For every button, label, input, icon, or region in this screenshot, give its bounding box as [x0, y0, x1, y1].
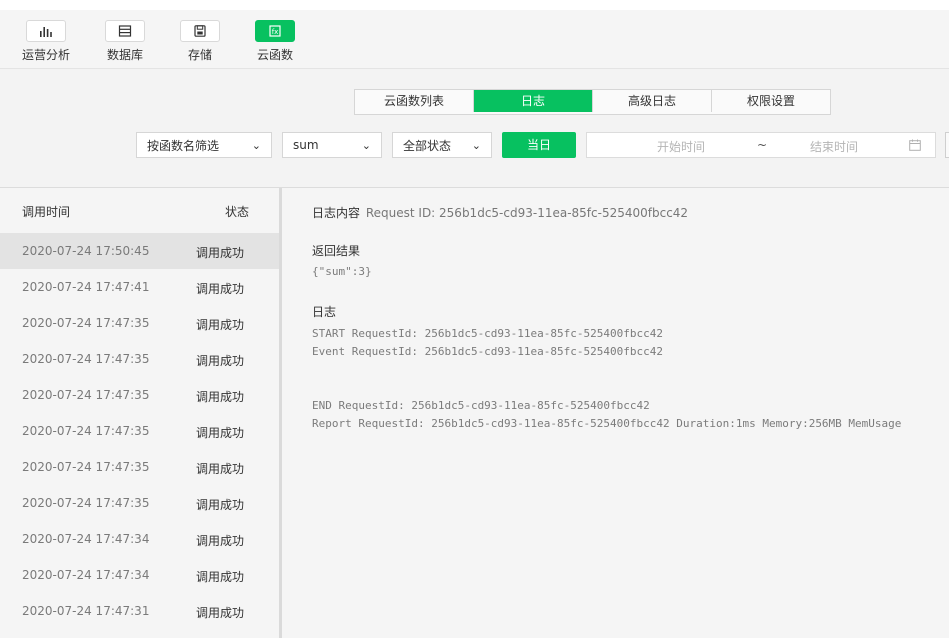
invoke-status: 调用成功: [196, 570, 245, 584]
invoke-status: 调用成功: [196, 534, 245, 548]
detail-title: 日志内容 Request ID: 256b1dc5-cd93-11ea-85fc…: [312, 204, 688, 221]
tool-storage[interactable]: 存储: [170, 20, 230, 63]
tool-label: 存储: [187, 48, 212, 62]
list-header: 调用时间 状态: [0, 188, 279, 233]
function-filter-select[interactable]: 按函数名筛选 ⌄: [136, 132, 272, 158]
list-item[interactable]: 2020-07-24 17:47:35 调用成功: [0, 449, 279, 485]
invoke-time: 2020-07-24 17:47:34: [22, 568, 150, 582]
log-detail-panel: 日志内容 Request ID: 256b1dc5-cd93-11ea-85fc…: [282, 188, 949, 638]
invoke-status: 调用成功: [196, 318, 245, 332]
partial-button[interactable]: [945, 132, 949, 158]
invoke-time: 2020-07-24 17:47:34: [22, 532, 150, 546]
bar-chart-icon: [26, 20, 66, 42]
invoke-time: 2020-07-24 17:47:31: [22, 604, 150, 618]
invoke-time: 2020-07-24 17:50:45: [22, 244, 150, 258]
invoke-time: 2020-07-24 17:47:35: [22, 460, 150, 474]
today-button[interactable]: 当日: [502, 132, 576, 158]
invoke-status: 调用成功: [196, 462, 245, 476]
date-range-picker[interactable]: 开始时间 ~ 结束时间: [586, 132, 936, 158]
list-item[interactable]: 2020-07-24 17:47:34 调用成功: [0, 557, 279, 593]
calendar-icon[interactable]: [909, 139, 921, 154]
list-item[interactable]: 2020-07-24 17:47:34 调用成功: [0, 521, 279, 557]
main-toolbar: 运营分析 数据库 存储 fx 云函数: [0, 10, 949, 69]
chevron-down-icon: ⌄: [251, 138, 261, 152]
header-status: 状态: [225, 205, 250, 219]
log-line: START RequestId: 256b1dc5-cd93-11ea-85fc…: [312, 327, 663, 340]
tab-permissions[interactable]: 权限设置: [712, 90, 830, 112]
list-item[interactable]: 2020-07-24 17:47:35 调用成功: [0, 485, 279, 521]
chevron-down-icon: ⌄: [361, 138, 371, 152]
tool-database[interactable]: 数据库: [95, 20, 155, 63]
tool-cloud-functions[interactable]: fx 云函数: [245, 20, 305, 63]
status-value: 全部状态: [403, 138, 452, 153]
start-time-placeholder[interactable]: 开始时间: [657, 138, 705, 155]
list-item[interactable]: 2020-07-24 17:47:35 调用成功: [0, 305, 279, 341]
list-item[interactable]: 2020-07-24 17:47:35 调用成功: [0, 377, 279, 413]
tab-bar: 云函数列表 日志 高级日志 权限设置: [354, 89, 831, 115]
invoke-status: 调用成功: [196, 606, 245, 620]
log-line: END RequestId: 256b1dc5-cd93-11ea-85fc-5…: [312, 399, 650, 412]
result-label: 返回结果: [312, 244, 361, 258]
invoke-time: 2020-07-24 17:47:35: [22, 316, 150, 330]
header-time: 调用时间: [22, 205, 71, 219]
end-time-placeholder[interactable]: 结束时间: [810, 138, 858, 155]
list-item[interactable]: 2020-07-24 17:47:41 调用成功: [0, 269, 279, 305]
invocation-list: 调用时间 状态 2020-07-24 17:50:45 调用成功 2020-07…: [0, 188, 282, 638]
status-select[interactable]: 全部状态 ⌄: [392, 132, 492, 158]
tab-advanced-logs[interactable]: 高级日志: [593, 90, 712, 112]
chevron-down-icon: ⌄: [471, 138, 481, 152]
invoke-status: 调用成功: [196, 246, 245, 260]
tool-analytics[interactable]: 运营分析: [16, 20, 76, 63]
window-top-strip: [0, 0, 949, 10]
svg-text:fx: fx: [272, 28, 279, 36]
list-item[interactable]: 2020-07-24 17:47:35 调用成功: [0, 413, 279, 449]
function-filter-label: 按函数名筛选: [147, 138, 220, 153]
tool-label: 运营分析: [21, 48, 70, 62]
function-name-select[interactable]: sum ⌄: [282, 132, 382, 158]
invoke-status: 调用成功: [196, 390, 245, 404]
invoke-status: 调用成功: [196, 426, 245, 440]
filter-area: 云函数列表 日志 高级日志 权限设置 按函数名筛选 ⌄ sum ⌄ 全部状态 ⌄…: [0, 69, 949, 188]
log-line: Event RequestId: 256b1dc5-cd93-11ea-85fc…: [312, 345, 663, 358]
cloud-function-icon: fx: [255, 20, 295, 42]
invoke-time: 2020-07-24 17:47:35: [22, 424, 150, 438]
storage-icon: [180, 20, 220, 42]
tool-label: 数据库: [106, 48, 143, 62]
range-separator: ~: [757, 138, 768, 152]
invoke-status: 调用成功: [196, 498, 245, 512]
list-item[interactable]: 2020-07-24 17:50:45 调用成功: [0, 233, 279, 269]
invoke-time: 2020-07-24 17:47:41: [22, 280, 150, 294]
request-id: Request ID: 256b1dc5-cd93-11ea-85fc-5254…: [365, 206, 689, 220]
tab-function-list[interactable]: 云函数列表: [355, 90, 474, 112]
result-value: {"sum":3}: [312, 265, 372, 278]
invoke-time: 2020-07-24 17:47:35: [22, 496, 150, 510]
log-line: Report RequestId: 256b1dc5-cd93-11ea-85f…: [312, 417, 902, 430]
invoke-status: 调用成功: [196, 282, 245, 296]
invoke-time: 2020-07-24 17:47:35: [22, 388, 150, 402]
invoke-status: 调用成功: [196, 354, 245, 368]
invoke-time: 2020-07-24 17:47:35: [22, 352, 150, 366]
detail-title-label: 日志内容: [312, 206, 361, 220]
log-label: 日志: [312, 305, 337, 319]
function-name-value: sum: [293, 138, 319, 152]
tool-label: 云函数: [256, 48, 293, 62]
list-item[interactable]: 2020-07-24 17:47:35 调用成功: [0, 341, 279, 377]
tab-logs[interactable]: 日志: [474, 90, 593, 112]
list-item[interactable]: 2020-07-24 17:47:31 调用成功: [0, 593, 279, 629]
database-icon: [105, 20, 145, 42]
